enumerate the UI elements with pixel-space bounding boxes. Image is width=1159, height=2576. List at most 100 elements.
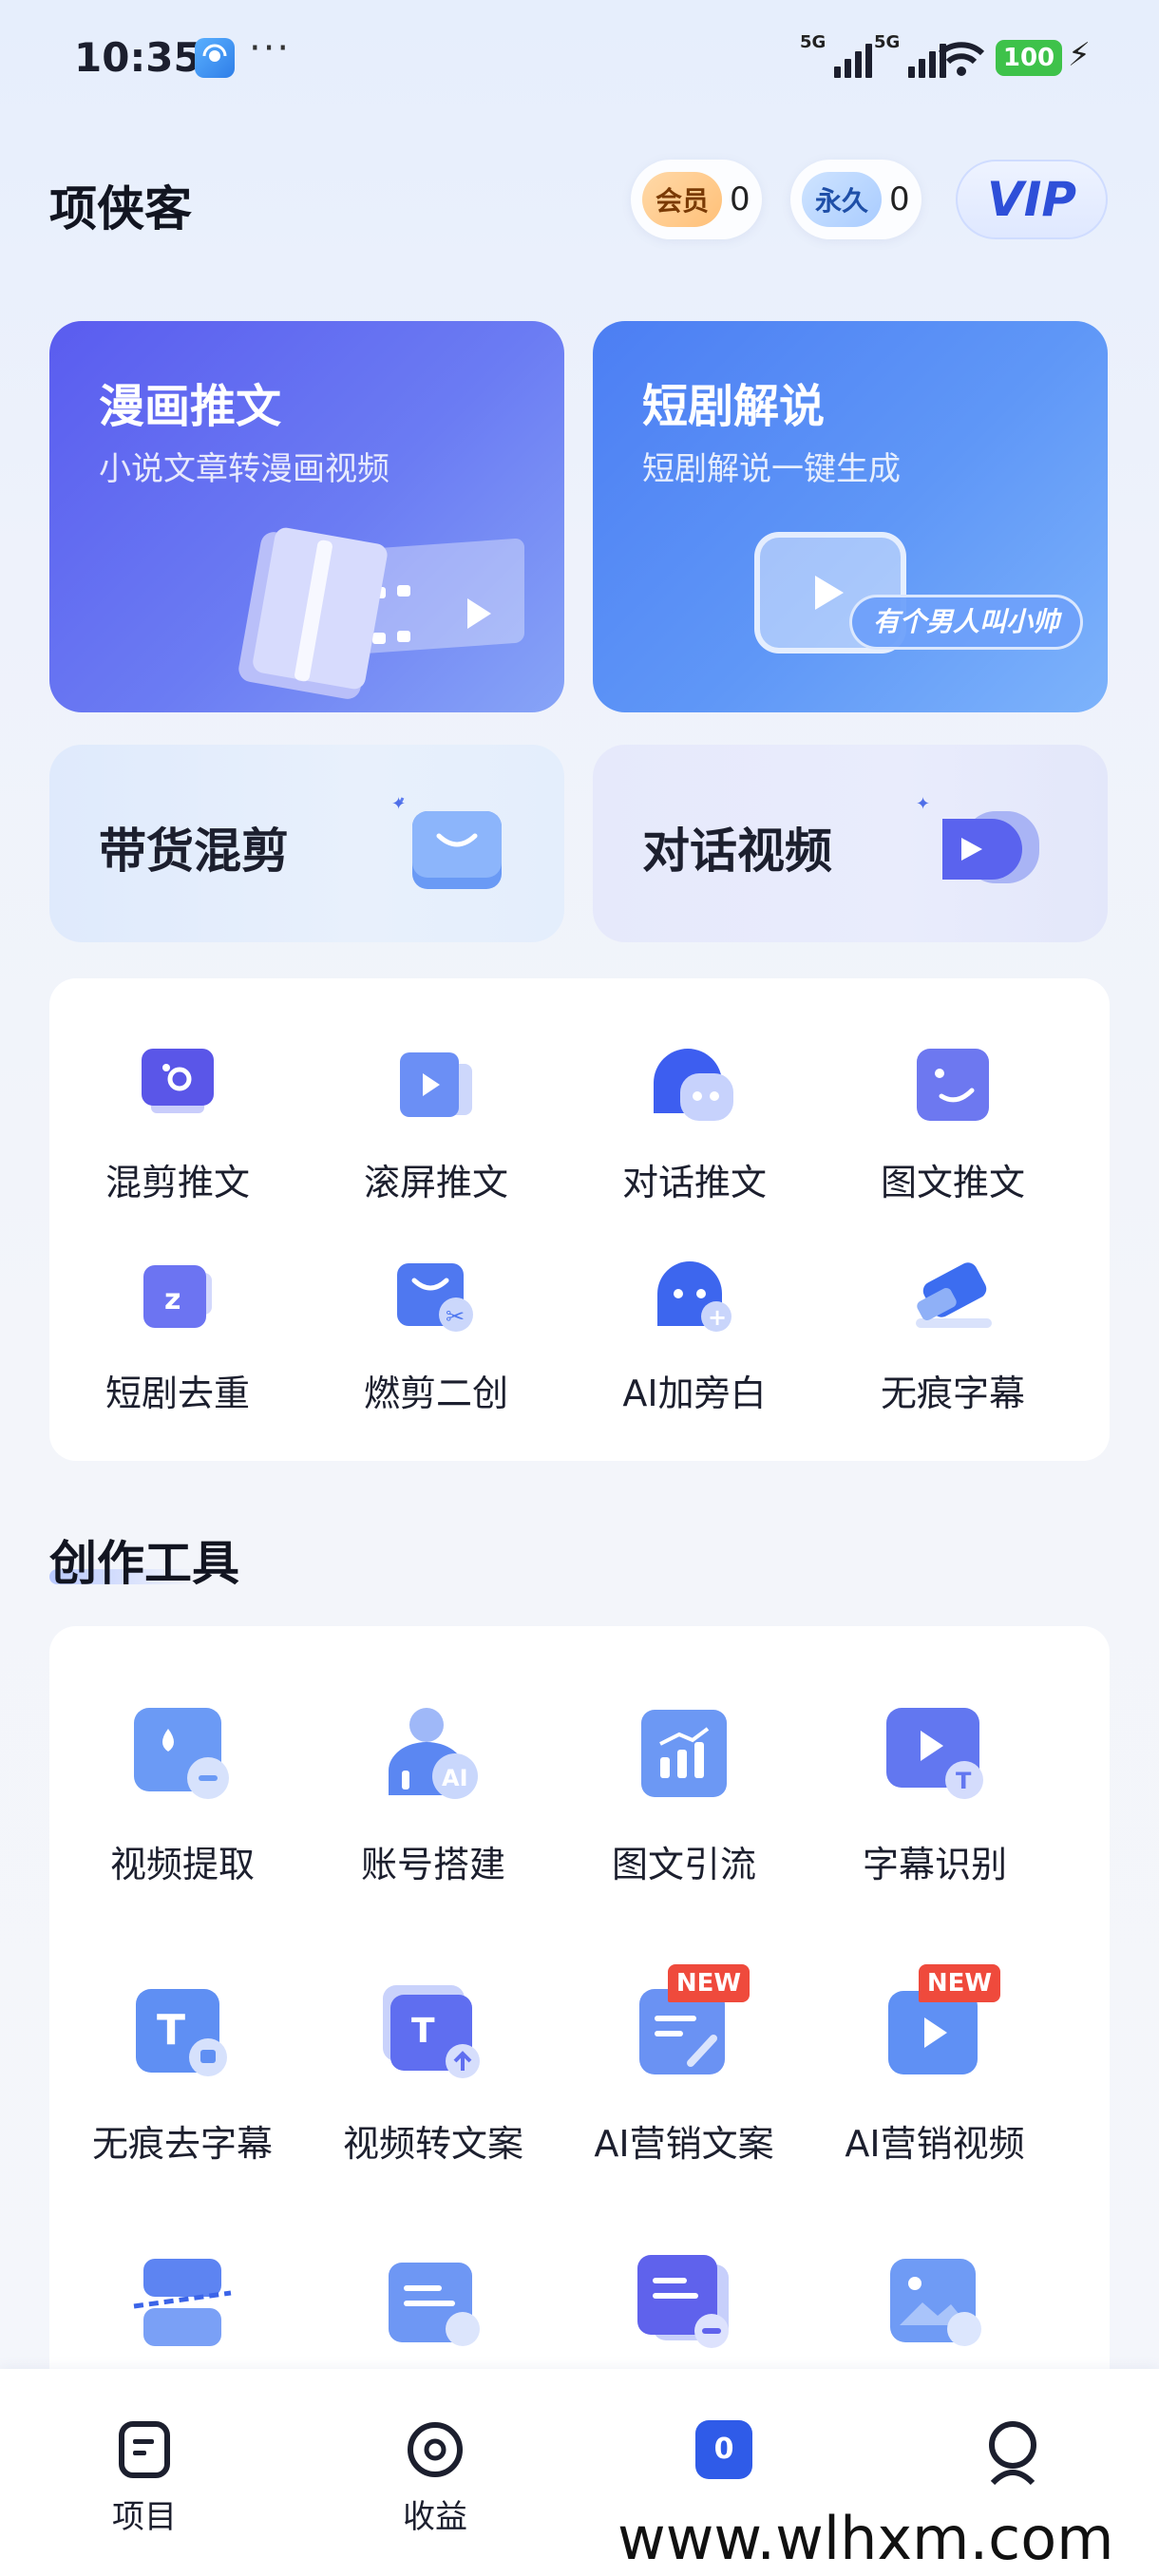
marketing-copy-icon: NEW [632, 1964, 750, 2082]
subtitle-recognize-icon: T [883, 1704, 987, 1803]
tab-project[interactable]: 项目 [49, 2420, 239, 2537]
forever-pill[interactable]: 永久 0 [790, 160, 922, 239]
tool-mix-tweet[interactable]: 混剪推文 [49, 1045, 306, 1203]
tools-icon: 0 [695, 2420, 752, 2479]
dialog-play-icon: ✦ [916, 792, 1049, 900]
tool-label: 无痕去字幕 [91, 2123, 273, 2165]
tool-account-build[interactable]: AI 账号搭建 [308, 1704, 559, 1885]
goods-mix-title: 带货混剪 [99, 824, 289, 879]
tab-label: 项目 [112, 2498, 177, 2536]
narration-icon: + [652, 1256, 737, 1335]
tool-label: AI营销视频 [845, 2123, 1025, 2165]
book-film-icon [230, 521, 534, 705]
tool-remove-subtitle[interactable]: T 无痕去字幕 [57, 1983, 308, 2165]
tool-ai-marketing-video[interactable]: NEW AI营销视频 [809, 1964, 1060, 2165]
vip-button[interactable]: VIP [956, 160, 1108, 239]
tool-drama-dedupe[interactable]: z 短剧去重 [49, 1256, 306, 1414]
svg-text:+: + [708, 1304, 727, 1331]
watermark-text: www.wlhxm.com [608, 2504, 1124, 2573]
tool-ai-marketing-copy[interactable]: NEW AI营销文案 [559, 1964, 809, 2165]
member-label: 会员 [642, 172, 723, 227]
earnings-icon [406, 2420, 465, 2479]
tool-subtitle-recognize[interactable]: T 字幕识别 [809, 1704, 1060, 1885]
account-ai-icon: AI [381, 1704, 485, 1803]
tool-label: 燃剪二创 [363, 1373, 508, 1414]
tool-label: AI加旁白 [622, 1373, 767, 1414]
tool-label: AI营销文案 [594, 2123, 774, 2165]
svg-text:T: T [956, 1768, 972, 1794]
network-label-1: 5G [800, 32, 826, 52]
tab-tools[interactable]: 0 [629, 2420, 819, 2491]
tool-label: 滚屏推文 [363, 1162, 508, 1203]
svg-text:✦: ✦ [391, 794, 406, 814]
tool-label: 图文推文 [880, 1162, 1025, 1203]
doc-remove-icon [632, 2253, 736, 2352]
tab-profile[interactable] [918, 2420, 1108, 2496]
mix-icon [138, 1045, 218, 1125]
tool-scroll-tweet[interactable]: 滚屏推文 [308, 1045, 564, 1203]
image-edit-icon [883, 2253, 987, 2352]
shopping-bag-icon: ✦ [391, 794, 505, 902]
drama-commentary-subtitle: 短剧解说一键生成 [642, 450, 901, 488]
drama-commentary-title: 短剧解说 [642, 380, 826, 433]
section-title: 创作工具 [49, 1536, 239, 1591]
chart-icon [632, 1704, 736, 1803]
tool-image-text-tweet[interactable]: 图文推文 [825, 1045, 1081, 1203]
tool-label: 字幕识别 [862, 1844, 1007, 1885]
wifi-icon [937, 40, 986, 82]
goods-mix-card[interactable]: 带货混剪 ✦ [49, 745, 564, 942]
new-badge: NEW [668, 1964, 750, 2002]
svg-text:✦: ✦ [916, 794, 930, 814]
tool-row3-1[interactable] [57, 2253, 308, 2352]
dialog-video-title: 对话视频 [642, 824, 832, 879]
tool-dialog-tweet[interactable]: 对话推文 [566, 1045, 823, 1203]
network-label-2: 5G [874, 32, 901, 52]
status-time: 10:35 [74, 34, 201, 81]
text-edit-icon [381, 2253, 485, 2352]
tool-label: 视频转文案 [342, 2123, 523, 2165]
tool-label: 图文引流 [611, 1844, 756, 1885]
tool-label: 视频提取 [109, 1844, 255, 1885]
tab-earnings[interactable]: 收益 [340, 2420, 530, 2537]
remove-subtitle-icon: T [130, 1983, 235, 2082]
extract-icon [130, 1704, 235, 1803]
image-text-icon [913, 1045, 993, 1125]
charging-icon: ⚡ [1068, 36, 1091, 74]
tab-label: 收益 [403, 2498, 467, 2536]
marketing-video-icon: NEW [883, 1964, 1000, 2082]
comic-tweet-card[interactable]: 漫画推文 小说文章转漫画视频 [49, 321, 564, 712]
drama-commentary-card[interactable]: 短剧解说 短剧解说一键生成 有个男人叫小帅 [593, 321, 1108, 712]
chat-icon [652, 1045, 737, 1125]
svg-text:✂: ✂ [446, 1303, 465, 1330]
page-title: 项侠客 [49, 181, 192, 237]
app-notification-icon [195, 38, 235, 78]
forever-label: 永久 [802, 172, 883, 227]
tool-label: 账号搭建 [360, 1844, 505, 1885]
svg-text:AI: AI [442, 1765, 468, 1791]
tool-label: 无痕字幕 [880, 1373, 1025, 1414]
comic-tweet-subtitle: 小说文章转漫画视频 [99, 450, 390, 488]
speech-bubble: 有个男人叫小帅 [849, 595, 1084, 650]
tool-row3-3[interactable] [559, 2253, 809, 2352]
tool-burn-cut[interactable]: ✂ 燃剪二创 [308, 1256, 564, 1414]
new-badge: NEW [919, 1964, 1000, 2002]
video-to-text-icon: T [381, 1983, 485, 2082]
tool-row3-2[interactable] [308, 2253, 559, 2352]
tool-row3-4[interactable] [809, 2253, 1060, 2352]
profile-icon [983, 2420, 1042, 2486]
tool-image-traffic[interactable]: 图文引流 [559, 1704, 809, 1885]
forever-count: 0 [889, 180, 910, 218]
tool-seamless-subtitle[interactable]: 无痕字幕 [825, 1256, 1081, 1414]
member-pill[interactable]: 会员 0 [631, 160, 762, 239]
split-screen-icon [130, 2253, 235, 2352]
tool-ai-narration[interactable]: + AI加旁白 [566, 1256, 823, 1414]
svg-text:z: z [164, 1283, 180, 1316]
battery-indicator: 100 [996, 40, 1062, 76]
dialog-video-card[interactable]: 对话视频 ✦ [593, 745, 1108, 942]
tool-video-to-text[interactable]: T 视频转文案 [308, 1983, 559, 2165]
tool-label: 短剧去重 [104, 1373, 250, 1414]
creation-tools-panel: 视频提取 AI 账号搭建 图文引流 T 字幕识别 T 无痕去字幕 T 视频转文案… [49, 1626, 1110, 2405]
tool-video-extract[interactable]: 视频提取 [57, 1704, 308, 1885]
scroll-icon [396, 1045, 476, 1125]
quick-tools-panel: 混剪推文 滚屏推文 对话推文 图文推文 z 短剧去重 ✂ 燃剪二创 + AI加旁… [49, 978, 1110, 1461]
